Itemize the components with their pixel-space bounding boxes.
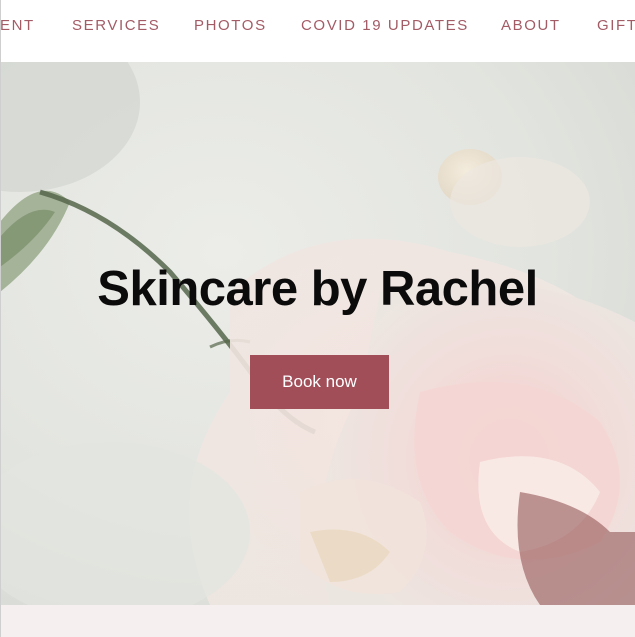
hero-title: Skincare by Rachel: [97, 262, 538, 316]
book-now-button[interactable]: Book now: [250, 355, 389, 409]
nav-item-about[interactable]: ABOUT: [501, 17, 561, 34]
bottom-section: [0, 605, 635, 637]
nav-item-covid-updates[interactable]: COVID 19 UPDATES: [301, 17, 469, 34]
hero-background-image: [0, 62, 635, 605]
nav-item-appointment[interactable]: ENT: [0, 17, 35, 34]
page-edge: [0, 0, 1, 637]
nav-item-services[interactable]: SERVICES: [72, 17, 160, 34]
nav-item-photos[interactable]: PHOTOS: [194, 17, 267, 34]
top-nav: ENT SERVICES PHOTOS COVID 19 UPDATES ABO…: [0, 0, 635, 62]
nav-item-gift[interactable]: GIFT: [597, 17, 635, 34]
hero-section: Skincare by Rachel Book now: [0, 62, 635, 605]
